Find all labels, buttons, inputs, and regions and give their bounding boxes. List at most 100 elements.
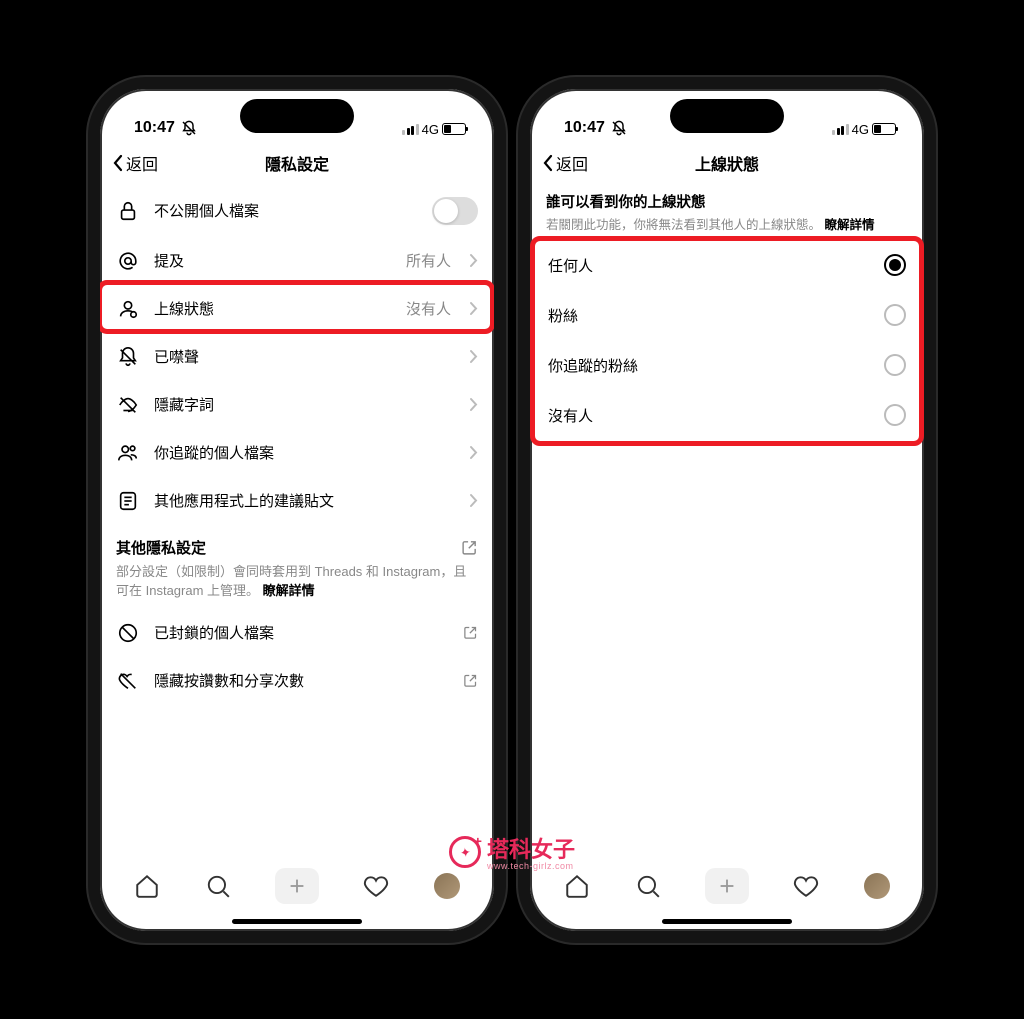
people-icon <box>116 441 140 465</box>
visibility-section: 誰可以看到你的上線狀態 若關閉此功能，你將無法看到其他人的上線狀態。 瞭解詳情 <box>530 185 924 235</box>
chevron-right-icon <box>469 253 478 268</box>
row-hide-likes[interactable]: 隱藏按讚數和分享次數 <box>100 657 494 705</box>
row-value: 沒有人 <box>406 298 451 319</box>
heart-icon[interactable] <box>793 873 819 899</box>
external-link-icon[interactable] <box>461 539 478 556</box>
radio-selected[interactable] <box>884 254 906 276</box>
network-label: 4G <box>852 122 869 137</box>
row-label: 隱藏字詞 <box>154 394 455 415</box>
option-followers-you-follow[interactable]: 你追蹤的粉絲 <box>530 340 924 390</box>
row-label: 其他應用程式上的建議貼文 <box>154 490 455 511</box>
heart-icon[interactable] <box>363 873 389 899</box>
chevron-right-icon <box>469 301 478 316</box>
row-label: 提及 <box>154 250 392 271</box>
row-label: 已噤聲 <box>154 346 455 367</box>
toggle-off[interactable] <box>432 197 478 225</box>
row-label: 上線狀態 <box>154 298 392 319</box>
battery-icon <box>442 123 466 135</box>
avatar[interactable] <box>864 873 890 899</box>
home-indicator[interactable] <box>232 919 362 924</box>
compose-button[interactable] <box>705 868 749 904</box>
section-title-text: 誰可以看到你的上線狀態 <box>546 191 908 212</box>
section-desc: 部分設定（如限制）會同時套用到 Threads 和 Instagram，且可在 … <box>116 562 478 601</box>
row-suggested-posts[interactable]: 其他應用程式上的建議貼文 <box>100 477 494 525</box>
page-title: 隱私設定 <box>265 151 329 175</box>
back-label: 返回 <box>126 151 158 175</box>
chevron-right-icon <box>469 397 478 412</box>
hidden-words-icon <box>116 393 140 417</box>
search-icon[interactable] <box>205 873 231 899</box>
document-icon <box>116 489 140 513</box>
learn-more-link[interactable]: 瞭解詳情 <box>263 583 315 598</box>
watermark-sub: www.tech-girlz.com <box>487 861 575 871</box>
search-icon[interactable] <box>635 873 661 899</box>
chevron-right-icon <box>469 445 478 460</box>
option-label: 你追蹤的粉絲 <box>548 355 638 376</box>
bell-off-icon <box>611 120 627 136</box>
watermark: ✦ 塔科女子 www.tech-girlz.com <box>449 832 575 871</box>
radio-unselected[interactable] <box>884 354 906 376</box>
page-title: 上線狀態 <box>695 151 759 175</box>
status-time: 10:47 <box>564 119 605 137</box>
home-icon[interactable] <box>134 873 160 899</box>
row-value: 所有人 <box>406 250 451 271</box>
status-time: 10:47 <box>134 119 175 137</box>
radio-unselected[interactable] <box>884 404 906 426</box>
row-muted[interactable]: 已噤聲 <box>100 333 494 381</box>
battery-icon <box>872 123 896 135</box>
row-hidden-words[interactable]: 隱藏字詞 <box>100 381 494 429</box>
heart-slash-icon <box>116 669 140 693</box>
compose-button[interactable] <box>275 868 319 904</box>
nav-header: 返回 隱私設定 <box>100 141 494 185</box>
section-desc: 若關閉此功能，你將無法看到其他人的上線狀態。 瞭解詳情 <box>546 216 908 235</box>
blocked-icon <box>116 621 140 645</box>
option-label: 任何人 <box>548 255 593 276</box>
radio-options: 任何人 粉絲 你追蹤的粉絲 沒有人 <box>530 240 924 440</box>
row-online-status[interactable]: 上線狀態 沒有人 <box>100 285 494 333</box>
chevron-right-icon <box>469 349 478 364</box>
row-blocked[interactable]: 已封鎖的個人檔案 <box>100 609 494 657</box>
back-button[interactable]: 返回 <box>112 151 158 175</box>
phone-left: 10:47 4G 返回 隱私設定 不公開個人檔案 提及 所有人 <box>88 77 506 943</box>
bell-slash-icon <box>116 345 140 369</box>
option-label: 粉絲 <box>548 305 578 326</box>
watermark-logo-icon: ✦ <box>449 836 481 868</box>
row-mentions[interactable]: 提及 所有人 <box>100 237 494 285</box>
external-link-icon <box>463 625 478 640</box>
avatar[interactable] <box>434 873 460 899</box>
lock-icon <box>116 199 140 223</box>
back-button[interactable]: 返回 <box>542 151 588 175</box>
row-label: 已封鎖的個人檔案 <box>154 622 449 643</box>
row-label: 你追蹤的個人檔案 <box>154 442 455 463</box>
row-private-profile[interactable]: 不公開個人檔案 <box>100 185 494 237</box>
notch <box>670 99 784 133</box>
radio-unselected[interactable] <box>884 304 906 326</box>
signal-icon <box>402 124 419 135</box>
network-label: 4G <box>422 122 439 137</box>
signal-icon <box>832 124 849 135</box>
row-label: 不公開個人檔案 <box>154 200 418 221</box>
external-link-icon <box>463 673 478 688</box>
option-label: 沒有人 <box>548 405 593 426</box>
nav-header: 返回 上線狀態 <box>530 141 924 185</box>
row-label: 隱藏按讚數和分享次數 <box>154 670 449 691</box>
chevron-left-icon <box>542 154 554 172</box>
other-privacy-section: 其他隱私設定 部分設定（如限制）會同時套用到 Threads 和 Instagr… <box>100 525 494 601</box>
phone-right: 10:47 4G 返回 上線狀態 誰可以看到你的上線狀態 若關閉此功能，你將無法… <box>518 77 936 943</box>
at-icon <box>116 249 140 273</box>
row-profiles-you-follow[interactable]: 你追蹤的個人檔案 <box>100 429 494 477</box>
bell-off-icon <box>181 120 197 136</box>
home-indicator[interactable] <box>662 919 792 924</box>
person-status-icon <box>116 297 140 321</box>
section-title-text: 其他隱私設定 <box>116 537 206 558</box>
back-label: 返回 <box>556 151 588 175</box>
option-everyone[interactable]: 任何人 <box>530 240 924 290</box>
home-icon[interactable] <box>564 873 590 899</box>
option-followers[interactable]: 粉絲 <box>530 290 924 340</box>
option-nobody[interactable]: 沒有人 <box>530 390 924 440</box>
notch <box>240 99 354 133</box>
watermark-title: 塔科女子 <box>487 832 575 864</box>
chevron-left-icon <box>112 154 124 172</box>
learn-more-link[interactable]: 瞭解詳情 <box>825 218 875 232</box>
settings-list: 不公開個人檔案 提及 所有人 上線狀態 沒有人 已噤聲 隱藏字詞 <box>100 185 494 705</box>
